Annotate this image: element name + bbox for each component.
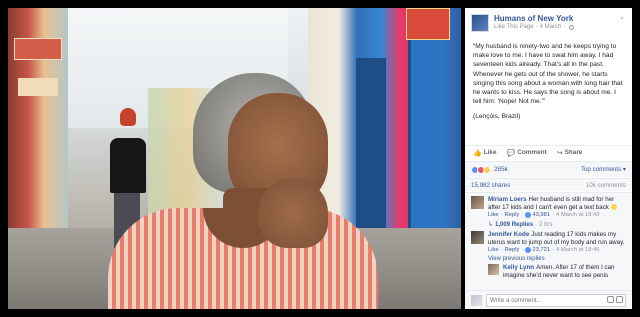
separator-dot: · (535, 24, 538, 30)
wow-reaction-icon (483, 165, 491, 174)
comment-time[interactable]: 4 March at 18:45 (556, 246, 600, 254)
thumbs-up-icon: 👍 (473, 149, 482, 157)
page-name-link[interactable]: Humans of New York (494, 14, 618, 23)
reply-arrow-icon: ↳ (488, 222, 494, 229)
post-photo[interactable] (8, 8, 461, 309)
like-button-label: Like (483, 149, 497, 156)
comment-reply-link[interactable]: Reply (505, 211, 520, 219)
post-paragraph: “My husband is ninety-two and he keeps t… (473, 43, 623, 106)
photo-woman-dress (108, 208, 378, 309)
comment-time[interactable]: 4 March at 18:43 (556, 211, 600, 219)
like-page-link[interactable]: Like This Page (494, 23, 534, 32)
page-avatar[interactable] (471, 14, 489, 32)
photo-sign (14, 38, 62, 60)
like-button[interactable]: 👍 Like (473, 149, 497, 157)
avatar[interactable] (488, 264, 499, 276)
comment-like-count[interactable]: 43,981 (532, 211, 550, 219)
post-date[interactable]: 4 March (540, 23, 562, 32)
separator-dot: · (563, 24, 566, 30)
separator-dot: · (552, 247, 555, 254)
globe-icon (569, 25, 575, 30)
separator-dot: · (521, 247, 524, 254)
like-count-icon (525, 212, 532, 219)
reply-body: Kelly Lynn Amen. After 17 of them I can i… (503, 264, 626, 279)
shares-comments-row: 15,982 shares 10k comments (465, 178, 632, 191)
share-button[interactable]: ↪ Share (557, 149, 583, 157)
reactions-bar: 285k Top comments ▾ (465, 161, 632, 177)
avatar (471, 294, 482, 306)
passerby-torso (110, 138, 146, 193)
separator-dot: · (552, 212, 555, 219)
comment-icon: 💬 (506, 149, 516, 157)
comment-item: Miriam Loers Her husband is still mad for… (471, 196, 626, 219)
commenter-name[interactable]: Kelly Lynn (503, 264, 534, 271)
post-actions-bar: 👍 Like 💬 Comment ↪ Share (465, 145, 632, 159)
reaction-count[interactable]: 285k (494, 166, 508, 173)
comment-reply-link[interactable]: Reply (505, 246, 520, 254)
share-button-label: Share (564, 149, 583, 156)
emoji-icon[interactable] (616, 296, 623, 303)
post-location: (Lençóis, Brazil) (473, 113, 521, 121)
photo-door (356, 58, 386, 238)
comments-section: Miriam Loers Her husband is still mad for… (465, 192, 632, 290)
page-meta: Humans of New York Like This Page · 4 Ma… (494, 14, 618, 32)
top-comments-dropdown[interactable]: Top comments ▾ (581, 166, 626, 173)
share-icon: ↪ (556, 149, 563, 157)
like-count-icon (525, 247, 532, 254)
comment-footer: Like · Reply · 43,981 · 4 March at 18:43 (488, 211, 626, 219)
replies-count: 1,009 Replies (495, 221, 534, 228)
smiley-emoji-icon (610, 203, 617, 210)
comments-count: 10k comments (585, 181, 626, 189)
comment-button[interactable]: 💬 Comment (507, 149, 547, 157)
photo-sign-right (406, 8, 450, 40)
avatar[interactable] (471, 231, 484, 245)
separator-dot: · (521, 212, 524, 219)
comment-button-label: Comment (517, 149, 547, 156)
screenshot-frame: Humans of New York Like This Page · 4 Ma… (0, 0, 640, 317)
chevron-down-icon[interactable]: ⌄ (618, 14, 626, 22)
photo-woman-hand (258, 178, 328, 248)
separator-dot: · (500, 212, 503, 219)
passerby-cap (120, 108, 136, 126)
comment-body: Jennifer Kode Just reading 17 kids makes … (488, 231, 626, 254)
page-header: Humans of New York Like This Page · 4 Ma… (465, 8, 632, 36)
comment-input-icons (605, 296, 623, 303)
page-subline: Like This Page · 4 March · (494, 23, 618, 32)
comment-body: Miriam Loers Her husband is still mad for… (488, 196, 626, 219)
write-comment-bar (465, 290, 632, 309)
photo-sign-2 (18, 78, 58, 96)
comment-like-count[interactable]: 23,721 (532, 246, 550, 254)
separator-dot: · (535, 221, 538, 228)
separator-dot: · (500, 247, 503, 254)
comment-like-link[interactable]: Like (488, 211, 499, 219)
view-previous-replies-link[interactable]: View previous replies (488, 256, 626, 262)
camera-icon[interactable] (607, 296, 614, 303)
view-replies-link[interactable]: ↳ 1,009 Replies · 2 hrs (488, 221, 626, 229)
comment-item: Jennifer Kode Just reading 17 kids makes … (471, 231, 626, 254)
replies-time: 2 hrs (539, 221, 553, 228)
reply-item: Kelly Lynn Amen. After 17 of them I can i… (488, 264, 626, 279)
avatar[interactable] (471, 196, 484, 209)
shares-count[interactable]: 15,982 shares (471, 182, 510, 189)
post-side-panel: Humans of New York Like This Page · 4 Ma… (465, 8, 632, 309)
photo-door-2 (408, 38, 446, 248)
comment-like-link[interactable]: Like (488, 246, 499, 254)
commenter-name[interactable]: Jennifer Kode (488, 231, 529, 238)
post-body: “My husband is ninety-two and he keeps t… (465, 36, 632, 122)
commenter-name[interactable]: Miriam Loers (488, 196, 527, 203)
comment-footer: Like · Reply · 23,721 · 4 March at 18:45 (488, 246, 626, 254)
